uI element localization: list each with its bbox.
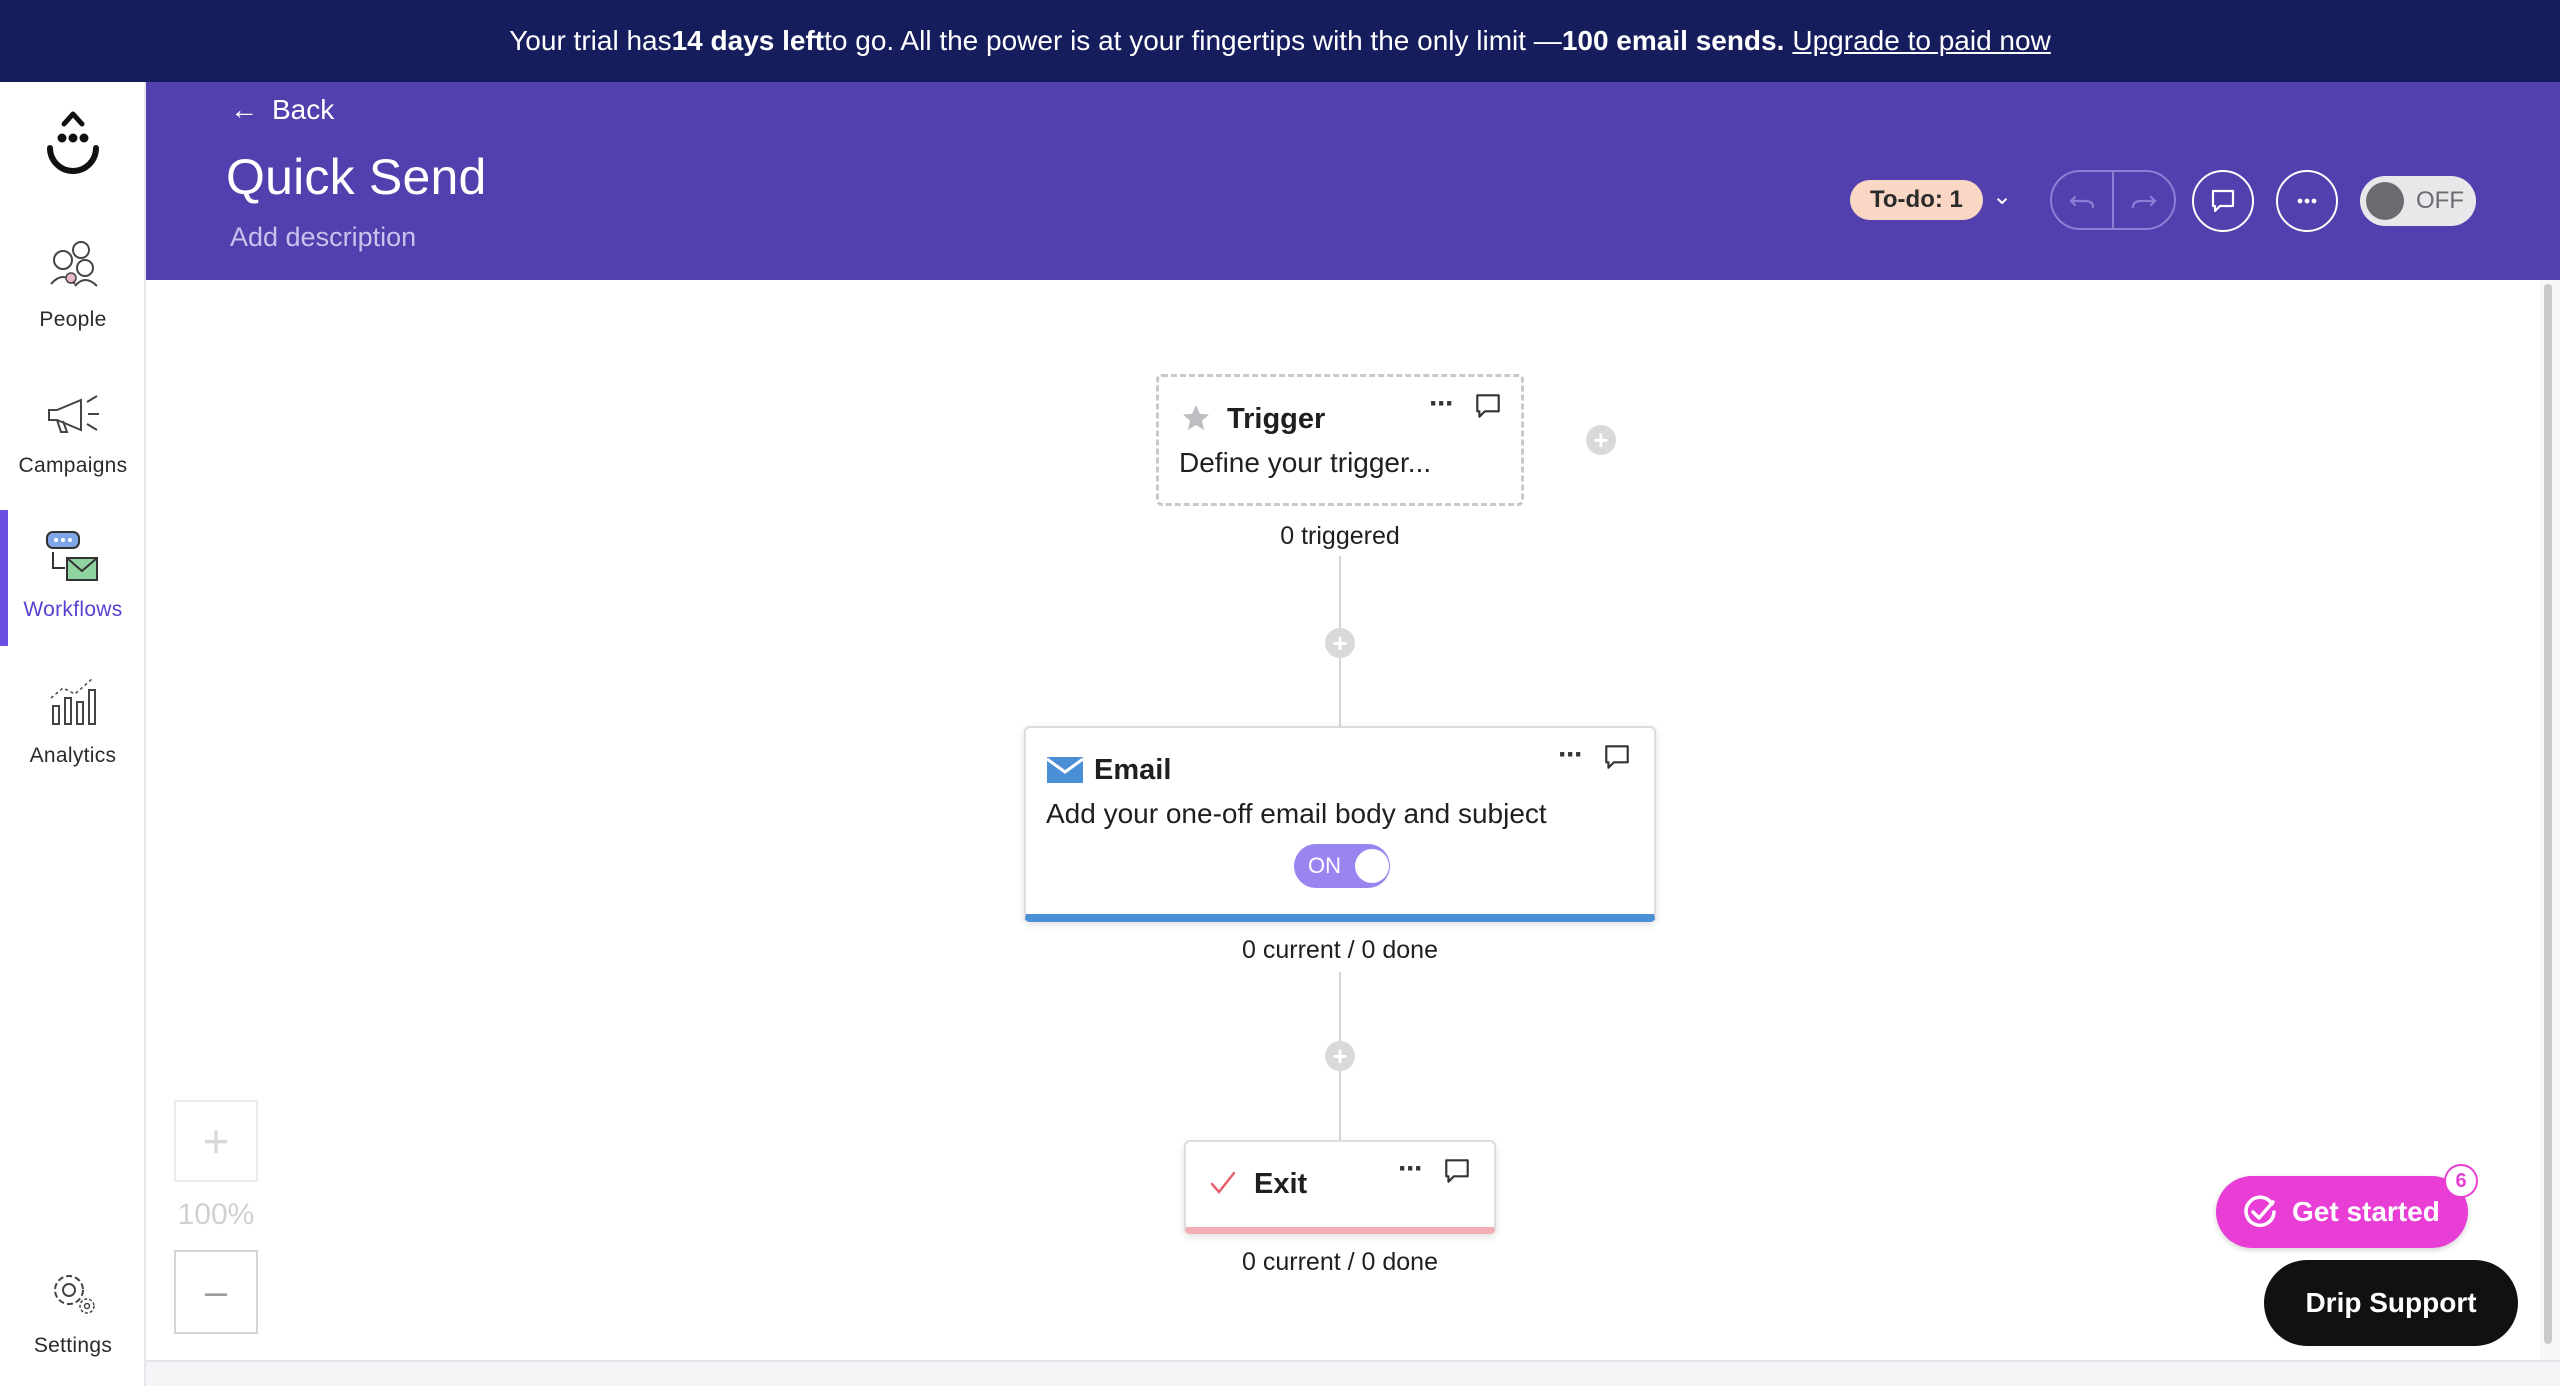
zoom-level: 100% (177, 1198, 255, 1231)
vertical-scrollbar[interactable] (2540, 280, 2560, 1360)
add-step-button[interactable]: + (1325, 1041, 1355, 1071)
description-field[interactable]: Add description (230, 222, 416, 253)
comment-icon[interactable] (1442, 1156, 1472, 1186)
analytics-icon (50, 677, 96, 725)
add-trigger-button[interactable]: + (1586, 425, 1616, 455)
gear-icon (54, 1275, 95, 1314)
toggle-knob (1355, 849, 1389, 883)
exit-node[interactable]: Exit ··· (1184, 1140, 1496, 1234)
scrollbar-thumb[interactable] (2544, 284, 2552, 1344)
trigger-stat: 0 triggered (1280, 522, 1400, 550)
get-started-label: Get started (2292, 1196, 2440, 1227)
todo-badge[interactable]: To-do: 1 (1850, 180, 1983, 220)
email-title: Email (1094, 754, 1172, 786)
banner-text-1: Your trial has (509, 25, 672, 56)
comment-button[interactable] (2192, 170, 2254, 232)
redo-button[interactable] (2112, 172, 2174, 228)
node-more-icon[interactable]: ··· (1429, 389, 1455, 419)
exit-stat: 0 current / 0 done (1242, 1248, 1438, 1276)
add-step-button[interactable]: + (1325, 628, 1355, 658)
toggle-label: OFF (2416, 187, 2464, 214)
more-icon (2297, 198, 2317, 204)
sidebar-item-workflows[interactable]: Workflows (0, 502, 146, 646)
undo-redo-group (2050, 170, 2176, 230)
sidebar-item-people[interactable]: People (0, 212, 146, 348)
trial-banner: Your trial has 14 days left to go. All t… (0, 0, 2560, 82)
node-more-icon[interactable]: ··· (1558, 740, 1584, 770)
upgrade-link[interactable]: Upgrade to paid now (1792, 25, 2050, 57)
sidebar-item-label: People (39, 308, 107, 331)
drip-logo-icon[interactable] (38, 110, 108, 180)
envelope-icon (1046, 757, 1084, 783)
trigger-title: Trigger (1227, 403, 1326, 435)
trigger-node[interactable]: Trigger Define your trigger... ··· (1156, 374, 1524, 506)
toggle-knob (2366, 182, 2404, 220)
trigger-subtitle: Define your trigger... (1179, 447, 1432, 478)
undo-icon (2069, 195, 2095, 209)
more-options-button[interactable] (2276, 170, 2338, 232)
email-node[interactable]: Email Add your one-off email body and su… (1024, 726, 1656, 922)
get-started-badge: 6 (2444, 1164, 2478, 1198)
toggle-label: ON (1308, 853, 1341, 878)
star-icon (1183, 405, 1209, 430)
checkmark-icon (1210, 1171, 1236, 1194)
people-icon (50, 241, 98, 287)
redo-icon (2131, 195, 2157, 209)
node-more-icon[interactable]: ··· (1398, 1154, 1424, 1184)
undo-button[interactable] (2052, 172, 2112, 228)
back-button[interactable]: ← Back (230, 94, 334, 126)
arrow-left-icon: ← (230, 94, 258, 125)
sidebar-item-label: Campaigns (18, 454, 128, 477)
email-subtitle: Add your one-off email body and subject (1046, 798, 1547, 829)
sidebar-item-label: Settings (33, 1334, 113, 1357)
page-title[interactable]: Quick Send (226, 148, 486, 206)
sidebar-item-settings[interactable]: Settings (0, 1238, 146, 1374)
workflow-header: ← Back Quick Send Add description To-do:… (146, 82, 2560, 280)
canvas-bottom-edge (146, 1360, 2560, 1386)
email-enabled-toggle[interactable]: ON (1294, 844, 1390, 888)
sidebar-item-label: Workflows (23, 598, 123, 621)
sidebar-item-analytics[interactable]: Analytics (0, 648, 146, 784)
get-started-button[interactable]: Get started (2216, 1176, 2468, 1248)
exit-title: Exit (1254, 1168, 1308, 1200)
comment-icon (2211, 189, 2235, 213)
sidebar-item-campaigns[interactable]: Campaigns (0, 358, 146, 494)
megaphone-icon (48, 395, 99, 433)
banner-text-2: to go. All the power is at your fingerti… (824, 25, 1562, 56)
workflows-icon (46, 531, 98, 581)
banner-days-left: 14 days left (671, 25, 825, 56)
back-label: Back (272, 94, 335, 125)
comment-icon[interactable] (1473, 391, 1503, 421)
sidebar-item-label: Analytics (29, 744, 117, 767)
sidebar: People Campaigns Workflows Analytics Set… (0, 82, 146, 1386)
chevron-down-icon[interactable]: ⌄ (1992, 182, 2012, 211)
email-stat: 0 current / 0 done (1242, 936, 1438, 964)
workflow-status-toggle[interactable]: OFF (2360, 176, 2476, 226)
check-circle-icon (2244, 1195, 2276, 1227)
zoom-out-button[interactable]: – (174, 1250, 258, 1334)
zoom-in-button[interactable]: + (174, 1100, 258, 1182)
banner-limit: 100 email sends. (1561, 25, 1785, 56)
comment-icon[interactable] (1602, 742, 1632, 772)
drip-support-button[interactable]: Drip Support (2264, 1260, 2518, 1346)
